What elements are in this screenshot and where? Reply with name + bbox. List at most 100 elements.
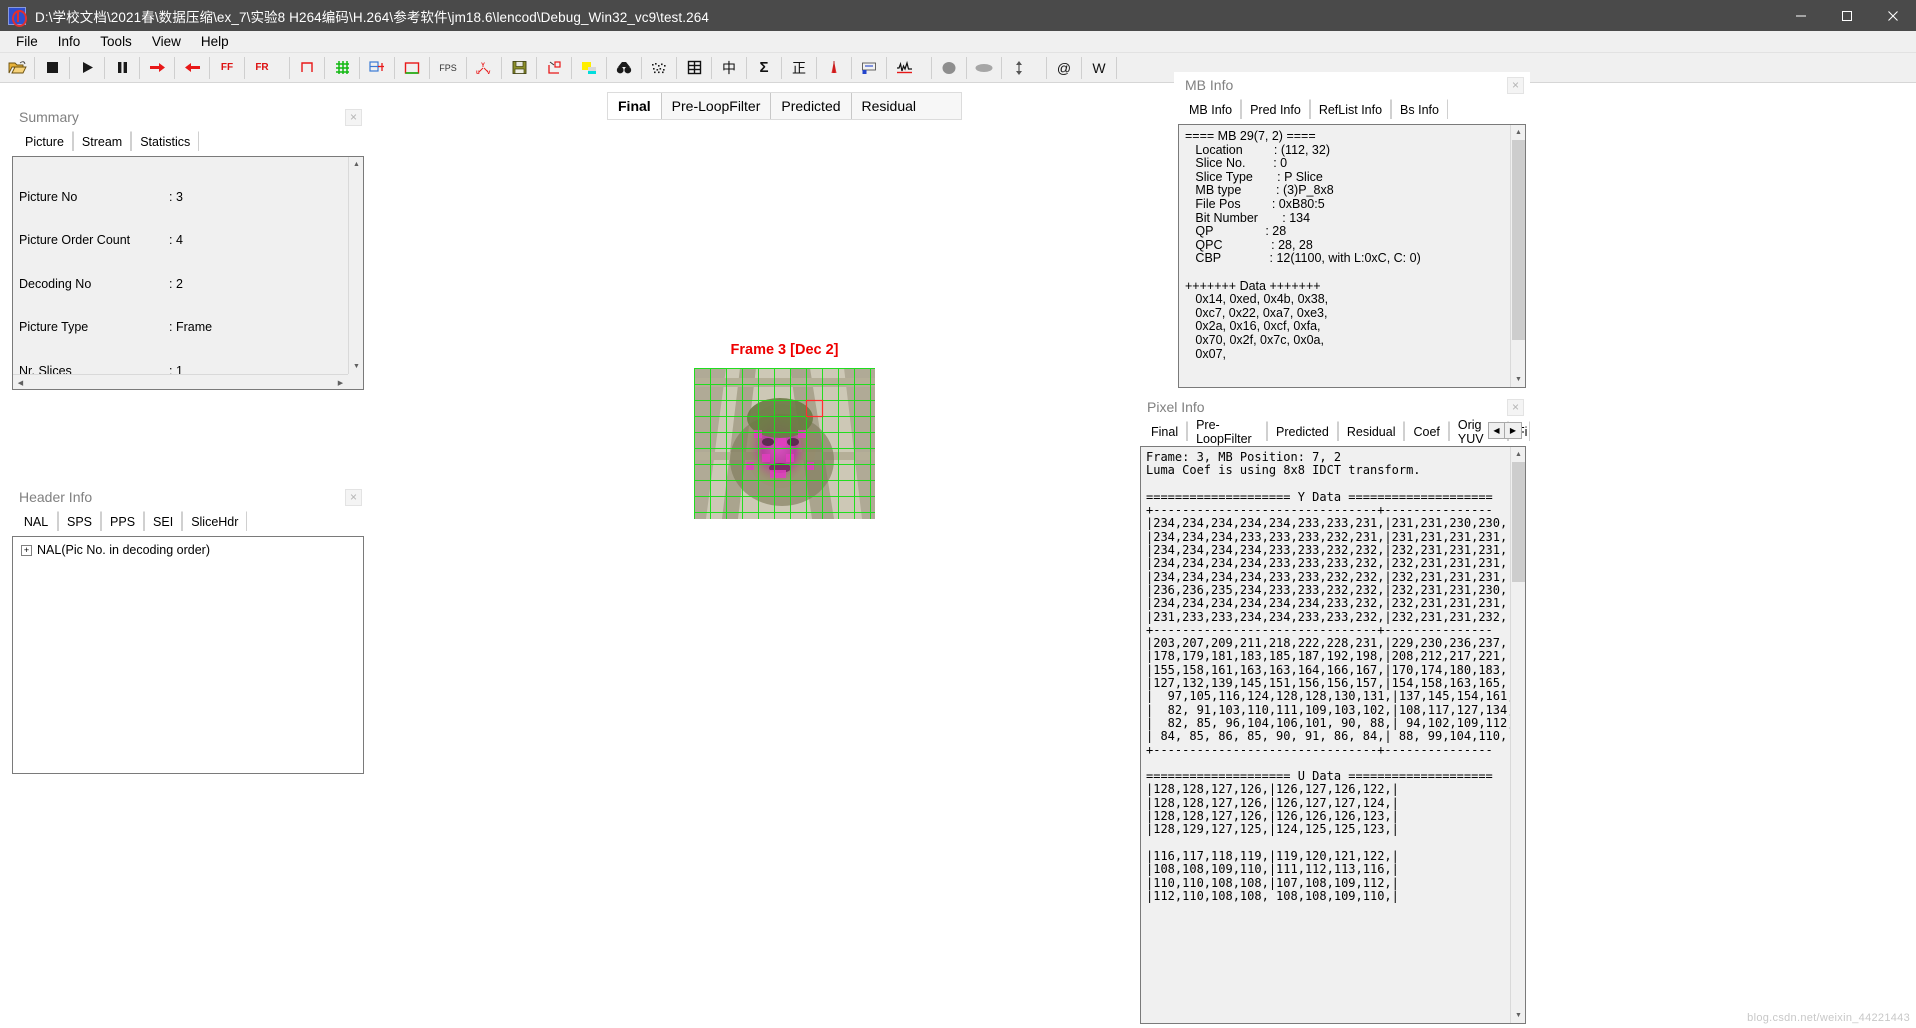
tab-pps[interactable]: PPS bbox=[101, 511, 145, 531]
tab-picture[interactable]: Picture bbox=[16, 131, 73, 151]
header-tree-box[interactable]: + NAL(Pic No. in decoding order) bbox=[12, 536, 364, 774]
histogram-icon[interactable] bbox=[822, 56, 846, 80]
chinese-zheng-icon[interactable]: 正 bbox=[787, 56, 811, 80]
summary-scroll-left-icon[interactable]: ◀ bbox=[13, 375, 28, 389]
pixel-vscrollbar[interactable]: ▲ ▼ bbox=[1510, 447, 1525, 1023]
decoded-frame-image[interactable] bbox=[694, 368, 875, 519]
mb-scroll-thumb[interactable] bbox=[1512, 140, 1525, 340]
viewer-tab-residual[interactable]: Residual bbox=[851, 93, 927, 119]
play-icon[interactable] bbox=[75, 56, 99, 80]
tab-pixel-predicted[interactable]: Predicted bbox=[1267, 421, 1338, 441]
mb-info-textbox[interactable]: ==== MB 29(7, 2) ==== Location : (112, 3… bbox=[1178, 124, 1526, 388]
maximize-button[interactable] bbox=[1824, 0, 1870, 31]
yuv-icon[interactable]: Y u v bbox=[472, 56, 496, 80]
search-icon[interactable] bbox=[612, 56, 636, 80]
step-forward-icon[interactable] bbox=[145, 56, 169, 80]
mb-panel-caption: MB Info × bbox=[1174, 72, 1530, 98]
circle-icon[interactable] bbox=[937, 56, 961, 80]
tab-sei[interactable]: SEI bbox=[144, 511, 183, 531]
summary-vscrollbar[interactable]: ▲ ▼ bbox=[348, 157, 363, 374]
summary-scroll-up-icon[interactable]: ▲ bbox=[349, 157, 363, 172]
viewer-tab-predicted[interactable]: Predicted bbox=[771, 93, 852, 119]
tab-scroll-right-icon[interactable]: ▶ bbox=[1505, 422, 1522, 439]
summary-panel-title: Summary bbox=[19, 109, 79, 125]
summary-scroll-right-icon[interactable]: ▶ bbox=[333, 375, 348, 389]
viewer-tab-preloopfilter[interactable]: Pre-LoopFilter bbox=[661, 93, 772, 119]
color-icon[interactable] bbox=[577, 56, 601, 80]
summary-row: Decoding No: 2 bbox=[19, 276, 355, 291]
menu-help[interactable]: Help bbox=[191, 32, 239, 51]
tab-pred-info[interactable]: Pred Info bbox=[1241, 99, 1310, 119]
mb-vscrollbar[interactable]: ▲ ▼ bbox=[1510, 125, 1525, 387]
pixel-info-panel: Pixel Info × Final Pre-LoopFilter Predic… bbox=[1136, 394, 1530, 1028]
header-panel-caption: Header Info × bbox=[8, 484, 368, 510]
tab-bs-info[interactable]: Bs Info bbox=[1391, 99, 1448, 119]
tab-scroll-left-icon[interactable]: ◀ bbox=[1488, 422, 1505, 439]
mb-scroll-up-icon[interactable]: ▲ bbox=[1511, 125, 1525, 140]
grid-icon[interactable] bbox=[330, 56, 354, 80]
tab-stream[interactable]: Stream bbox=[72, 131, 132, 151]
sigma-icon[interactable]: Σ bbox=[752, 56, 776, 80]
summary-scroll-down-icon[interactable]: ▼ bbox=[349, 359, 363, 374]
fps-icon[interactable]: FPS bbox=[435, 56, 461, 80]
updown-icon[interactable] bbox=[1007, 56, 1031, 80]
summary-resize-grip[interactable] bbox=[348, 374, 363, 389]
summary-textbox[interactable]: Picture No: 3 Picture Order Count: 4 Dec… bbox=[12, 156, 364, 390]
tab-statistics[interactable]: Statistics bbox=[131, 131, 200, 151]
menu-file[interactable]: File bbox=[6, 32, 48, 51]
summary-row-value: : 2 bbox=[169, 276, 183, 291]
w-icon[interactable]: W bbox=[1087, 56, 1111, 80]
pixel-scroll-up-icon[interactable]: ▲ bbox=[1511, 447, 1525, 462]
crop-icon[interactable] bbox=[542, 56, 566, 80]
close-button[interactable] bbox=[1870, 0, 1916, 31]
slice-border-icon[interactable] bbox=[400, 56, 424, 80]
application-window: D:\学校文档\2021春\数据压缩\ex_7\实验8 H264编码\H.264… bbox=[0, 0, 1916, 1028]
noise-icon[interactable] bbox=[647, 56, 671, 80]
step-backward-icon[interactable] bbox=[180, 56, 204, 80]
report-icon[interactable] bbox=[857, 56, 881, 80]
mb-info-panel: MB Info × MB Info Pred Info RefList Info… bbox=[1174, 72, 1530, 394]
table-icon[interactable] bbox=[682, 56, 706, 80]
waveform-icon[interactable] bbox=[892, 56, 916, 80]
tab-sps[interactable]: SPS bbox=[58, 511, 102, 531]
pause-icon[interactable] bbox=[110, 56, 134, 80]
tab-mb-info[interactable]: MB Info bbox=[1180, 99, 1242, 119]
tab-nal[interactable]: NAL bbox=[14, 511, 58, 531]
mb-scroll-down-icon[interactable]: ▼ bbox=[1511, 372, 1525, 387]
pixel-panel-close-icon[interactable]: × bbox=[1507, 398, 1524, 416]
motion-vector-icon[interactable] bbox=[365, 56, 389, 80]
minimize-button[interactable] bbox=[1778, 0, 1824, 31]
tree-expander-icon[interactable]: + bbox=[21, 544, 32, 556]
pixel-scroll-down-icon[interactable]: ▼ bbox=[1511, 1008, 1525, 1023]
viewer-tabstrip: Final Pre-LoopFilter Predicted Residual bbox=[607, 92, 962, 120]
fast-forward-icon[interactable]: FF bbox=[215, 56, 239, 80]
ellipse-icon[interactable] bbox=[972, 56, 996, 80]
tab-reflist-info[interactable]: RefList Info bbox=[1309, 99, 1392, 119]
header-panel-close-icon[interactable]: × bbox=[345, 488, 362, 506]
menu-bar: File Info Tools View Help bbox=[0, 31, 1916, 53]
tab-pixel-final[interactable]: Final bbox=[1142, 421, 1188, 441]
tab-pixel-coef[interactable]: Coef bbox=[1404, 421, 1449, 441]
tab-pixel-residual[interactable]: Residual bbox=[1337, 421, 1405, 441]
open-file-icon[interactable] bbox=[5, 56, 29, 80]
summary-panel-close-icon[interactable]: × bbox=[345, 108, 362, 126]
save-icon[interactable] bbox=[507, 56, 531, 80]
tab-slicehdr[interactable]: SliceHdr bbox=[182, 511, 248, 531]
viewer-tab-final[interactable]: Final bbox=[608, 93, 662, 119]
at-icon[interactable]: @ bbox=[1052, 56, 1076, 80]
menu-tools[interactable]: Tools bbox=[90, 32, 142, 51]
watermark-text: blog.csdn.net/weixin_44221443 bbox=[1747, 1012, 1910, 1024]
mb-panel-close-icon[interactable]: × bbox=[1507, 76, 1524, 94]
window-title: D:\学校文档\2021春\数据压缩\ex_7\实验8 H264编码\H.264… bbox=[35, 9, 709, 25]
summary-hscrollbar[interactable]: ◀ ▶ bbox=[13, 374, 348, 389]
fast-rewind-icon[interactable]: FR bbox=[250, 56, 274, 80]
menu-view[interactable]: View bbox=[142, 32, 191, 51]
pixel-scroll-thumb[interactable] bbox=[1512, 462, 1525, 582]
menu-info[interactable]: Info bbox=[48, 32, 91, 51]
mb-border-icon[interactable] bbox=[295, 56, 319, 80]
stop-icon[interactable] bbox=[40, 56, 64, 80]
tab-pixel-preloopfilter[interactable]: Pre-LoopFilter bbox=[1187, 418, 1268, 446]
chinese-zhong-icon[interactable]: 中 bbox=[717, 56, 741, 80]
tree-item-nal[interactable]: + NAL(Pic No. in decoding order) bbox=[17, 542, 359, 558]
pixel-info-textbox[interactable]: Frame: 3, MB Position: 7, 2 Luma Coef is… bbox=[1140, 446, 1526, 1024]
